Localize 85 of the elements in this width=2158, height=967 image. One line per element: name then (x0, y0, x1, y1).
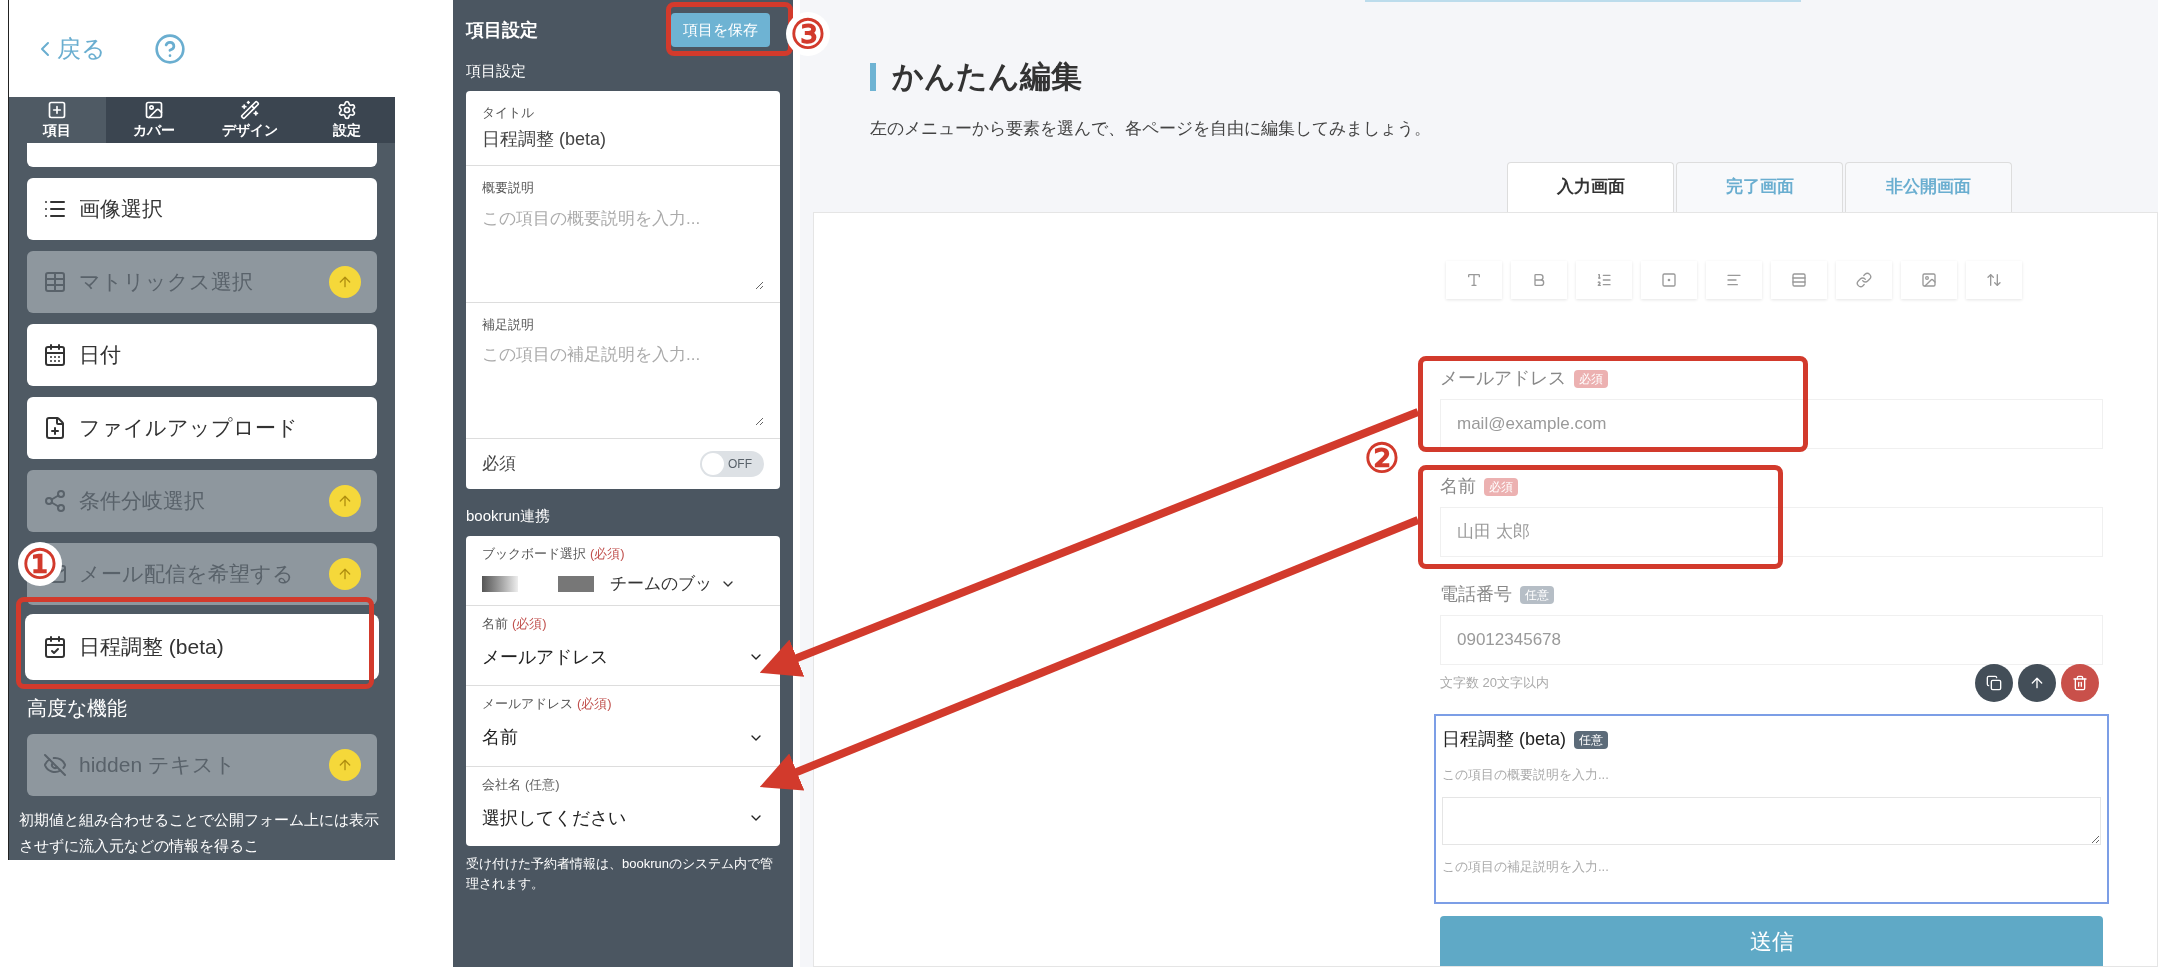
page-tab[interactable]: 入力画面 (1507, 161, 1674, 212)
required-label: 必須 (482, 453, 516, 476)
text-field[interactable]: 山田 太郎 (1440, 506, 2103, 557)
description-field[interactable]: この項目の補足説明を入力... (482, 342, 764, 426)
heading-accent (870, 62, 876, 91)
field-label: 名前 (必須) (482, 613, 548, 633)
field-hint: 文字数 20文字以内 (1440, 673, 1550, 692)
page-subtitle: 左のメニューから要素を選んで、各ページを自由に編集してみましょう。 (870, 118, 1432, 140)
mapping-select[interactable]: 選択してください (482, 798, 764, 838)
tab-icon (336, 99, 357, 120)
copy-button[interactable] (1975, 664, 2013, 702)
item-label: 画像選択 (79, 196, 164, 223)
item-icon (43, 270, 67, 294)
board-select[interactable]: チームのブッ (482, 571, 764, 597)
note-placeholder: この項目の補足説明を入力... (1442, 857, 1610, 876)
text-field[interactable]: mail@example.com (1440, 398, 2103, 449)
requirement-tag: (必須) (590, 543, 625, 563)
blurred-block (482, 575, 518, 592)
item-icon (43, 416, 67, 440)
help-icon[interactable] (154, 32, 186, 65)
summary-placeholder: この項目の概要説明を入力... (1442, 766, 1610, 784)
blurred-block (558, 575, 594, 592)
item-label: 日程調整 (beta) (79, 634, 225, 661)
answer-field[interactable] (1442, 796, 2101, 845)
mapping-select[interactable]: 名前 (482, 717, 764, 758)
field-label: メールアドレス (必須) (482, 694, 764, 714)
tab-icon (240, 99, 261, 120)
format-icon (1466, 271, 1482, 288)
upgrade-icon (329, 558, 361, 590)
text-field[interactable]: 09012345678 (1440, 614, 2103, 665)
field-label: タイトル (482, 103, 535, 122)
element-item[interactable]: 日付 (27, 324, 377, 386)
field-label: 電話番号 (1440, 583, 1512, 606)
field-label: メールアドレス (1440, 367, 1566, 390)
delete-button[interactable] (2061, 664, 2099, 702)
requirement-badge: 任意 (1520, 585, 1554, 604)
trash-icon (2072, 675, 2088, 691)
format-icon (1791, 271, 1807, 288)
item-icon (43, 635, 67, 659)
requirement-tag: (必須) (512, 613, 547, 633)
element-item[interactable]: 画像選択 (27, 178, 377, 240)
item-icon (43, 489, 67, 513)
page-heading: かんたん編集 (892, 57, 1082, 96)
format-icon (1921, 271, 1937, 288)
upgrade-icon (329, 266, 361, 298)
item-label: ファイルアップロード (79, 415, 299, 442)
mapping-select[interactable]: メールアドレス (482, 637, 764, 677)
item-icon (43, 753, 67, 777)
requirement-tag: (必須) (577, 694, 612, 714)
format-icon (1596, 271, 1612, 288)
panel-title: 項目設定 (466, 18, 538, 42)
selected-item-card[interactable]: 日程調整 (beta) 任意 この項目の概要説明を入力... この項目の補足説明を入力... (1434, 714, 2109, 904)
element-item[interactable]: 日程調整 (beta) (27, 616, 377, 678)
field-label: 補足説明 (482, 315, 535, 334)
title-value: 日程調整 (beta) (482, 128, 608, 151)
move-up-button[interactable] (2018, 664, 2056, 702)
required-toggle[interactable]: OFF (700, 451, 764, 477)
section-label: bookrun連携 (466, 506, 552, 526)
requirement-badge: 必須 (1484, 477, 1518, 496)
upgrade-icon (329, 749, 361, 781)
description-text: 初期値と組み合わせることで公開フォーム上には表示させずに流入元などの情報を得るこ (19, 810, 380, 856)
format-icon (1986, 271, 2002, 288)
item-icon (43, 343, 67, 367)
upgrade-icon (329, 485, 361, 517)
format-icon (1661, 271, 1677, 288)
tab-icon (143, 99, 164, 120)
item-label: 日付 (79, 342, 122, 369)
description-field[interactable]: この項目の概要説明を入力... (482, 205, 764, 290)
item-title: 日程調整 (beta) (1442, 728, 1567, 751)
copy-icon (1986, 675, 2002, 691)
optional-badge: 任意 (1574, 730, 1609, 749)
note-text: 受け付けた予約者情報は、bookrunのシステム内で管理されます。 (466, 855, 774, 893)
requirement-tag: (任意) (525, 774, 560, 794)
field-label: 会社名 (任意) (482, 774, 561, 794)
format-icon (1856, 271, 1872, 288)
element-item[interactable]: ファイルアップロード (27, 397, 377, 459)
field-label: ブックボード選択 (必須) (482, 543, 626, 563)
tab-icon (47, 99, 68, 120)
field-label: 名前 (1440, 475, 1476, 498)
section-label: 項目設定 (466, 61, 527, 81)
requirement-badge: 必須 (1574, 369, 1608, 388)
panel-tab[interactable]: 項目 (9, 97, 106, 143)
field-label: 概要説明 (482, 179, 535, 197)
section-label: 高度な機能 (27, 696, 128, 721)
format-icon (1531, 271, 1547, 288)
